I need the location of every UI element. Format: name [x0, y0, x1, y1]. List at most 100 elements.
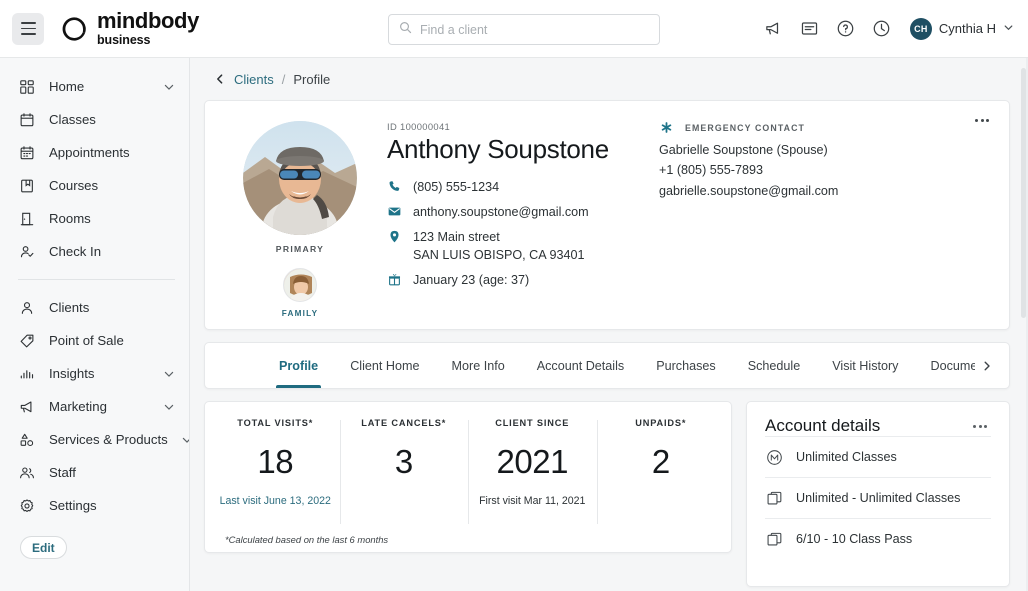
stat-sub-link[interactable]: Last visit June 13, 2022	[220, 495, 331, 507]
emergency-contact-name: Gabrielle Soupstone (Spouse)	[659, 143, 828, 157]
account-details-card: Account details Unlimited Classes Unlimi…	[746, 401, 1010, 587]
bar-chart-icon	[18, 365, 36, 383]
client-birthday: January 23 (age: 37)	[413, 272, 530, 287]
sidebar-item-courses[interactable]: Courses	[0, 169, 189, 202]
sidebar-item-point-of-sale[interactable]: Point of Sale	[0, 324, 189, 357]
search-input[interactable]	[420, 22, 649, 37]
tab-label: Schedule	[747, 358, 801, 373]
chevron-down-icon	[163, 401, 175, 413]
client-photos: PRIMARY FAMILY	[225, 117, 375, 318]
location-pin-icon	[387, 229, 402, 243]
tab-label: Client Home	[350, 358, 420, 373]
hamburger-icon[interactable]	[12, 12, 44, 45]
sidebar-item-insights[interactable]: Insights	[0, 357, 189, 390]
book-icon	[18, 177, 36, 195]
account-details-title: Account details	[765, 416, 881, 435]
help-icon[interactable]	[836, 19, 856, 39]
breadcrumb-separator: /	[281, 71, 286, 87]
tab-profile[interactable]: Profile	[263, 343, 334, 388]
person-icon	[18, 299, 36, 317]
family-member-photo[interactable]	[283, 268, 317, 302]
sidebar-item-check-in[interactable]: Check In	[0, 235, 189, 268]
message-icon[interactable]	[800, 19, 820, 39]
profile-tabs: Profile Client Home More Info Account De…	[204, 342, 1010, 389]
sidebar-item-rooms[interactable]: Rooms	[0, 202, 189, 235]
person-check-icon	[18, 243, 36, 261]
kebab-menu-icon[interactable]	[969, 421, 991, 432]
sidebar-navigation: Home Classes Appointments Courses Rooms …	[0, 58, 190, 591]
emergency-contact-phone: +1 (805) 555-7893	[659, 163, 763, 178]
tab-label: More Info	[451, 358, 505, 373]
list-item[interactable]: Unlimited - Unlimited Classes	[765, 477, 991, 518]
breadcrumb-clients-link[interactable]: Clients	[234, 72, 274, 87]
sidebar-item-settings[interactable]: Settings	[0, 489, 189, 522]
sidebar-item-home[interactable]: Home	[0, 70, 189, 103]
sidebar-edit-area: Edit	[0, 522, 189, 559]
chevron-left-icon[interactable]	[214, 73, 226, 85]
edit-button[interactable]: Edit	[20, 536, 67, 559]
list-item-label: 6/10 - 10 Class Pass	[796, 532, 913, 546]
sidebar-item-label: Home	[49, 79, 85, 94]
stacked-cards-icon	[765, 531, 784, 548]
tab-visit-history[interactable]: Visit History	[816, 343, 914, 388]
tab-label: Profile	[279, 358, 319, 373]
sidebar-item-label: Appointments	[49, 145, 130, 160]
breadcrumb: Clients / Profile	[204, 58, 1010, 100]
client-address-row: 123 Main street SAN LUIS OBISPO, CA 9340…	[387, 229, 655, 265]
client-primary-photo[interactable]	[243, 121, 357, 235]
stat-label: CLIENT SINCE	[495, 418, 570, 428]
sidebar-item-staff[interactable]: Staff	[0, 456, 189, 489]
megaphone-icon[interactable]	[764, 19, 784, 39]
gear-icon	[18, 497, 36, 515]
lower-section: TOTAL VISITS* 18 Last visit June 13, 202…	[204, 401, 1010, 587]
sidebar-item-label: Marketing	[49, 399, 107, 414]
client-id: ID 100000041	[387, 121, 451, 132]
kebab-menu-icon[interactable]	[971, 115, 993, 126]
sidebar-item-label: Insights	[49, 366, 95, 381]
clock-icon[interactable]	[872, 19, 892, 39]
app-body: Home Classes Appointments Courses Rooms …	[0, 0, 1028, 591]
top-navigation-bar: mindbody business Find a client CH Cynth…	[0, 0, 1028, 58]
address-line-1: 123 Main street	[413, 229, 500, 244]
search-icon	[399, 21, 412, 39]
dashboard-icon	[18, 78, 36, 96]
client-birthday-row: January 23 (age: 37)	[387, 272, 655, 290]
stat-value: 3	[394, 443, 413, 480]
sidebar-item-clients[interactable]: Clients	[0, 291, 189, 324]
sidebar-item-marketing[interactable]: Marketing	[0, 390, 189, 423]
list-item[interactable]: 6/10 - 10 Class Pass	[765, 518, 991, 559]
tab-account-details[interactable]: Account Details	[521, 343, 641, 388]
tab-more-info[interactable]: More Info	[436, 343, 521, 388]
calendar-grid-icon	[18, 144, 36, 162]
topbar-actions: CH Cynthia H	[764, 17, 1014, 40]
stats-footnote: *Calculated based on the last 6 months	[225, 534, 389, 545]
list-item[interactable]: Unlimited Classes	[765, 436, 991, 477]
phone-icon	[387, 179, 402, 193]
main-content: Clients / Profile PRIMARY FAMILY ID 1000…	[190, 58, 1028, 591]
tab-client-home[interactable]: Client Home	[334, 343, 435, 388]
client-search	[388, 14, 660, 45]
chevron-down-icon	[1003, 20, 1014, 38]
asterisk-icon	[659, 121, 674, 134]
chevron-down-icon	[163, 368, 175, 380]
client-contact-info: ID 100000041 Anthony Soupstone (805) 555…	[387, 121, 655, 318]
sidebar-item-label: Courses	[49, 178, 99, 193]
emergency-contact-email: gabrielle.soupstone@gmail.com	[659, 183, 839, 198]
client-phone-row: (805) 555-1234	[387, 179, 655, 197]
user-menu[interactable]: CH Cynthia H	[909, 17, 1014, 40]
sidebar-item-classes[interactable]: Classes	[0, 103, 189, 136]
megaphone-icon	[18, 398, 36, 416]
sidebar-divider	[18, 279, 175, 280]
membership-circle-m-icon	[765, 449, 784, 466]
chevron-right-icon[interactable]	[975, 343, 999, 388]
tab-label: Visit History	[832, 358, 899, 373]
sidebar-item-label: Staff	[49, 465, 76, 480]
search-box[interactable]	[388, 14, 660, 45]
sidebar-item-appointments[interactable]: Appointments	[0, 136, 189, 169]
client-stats-card: TOTAL VISITS* 18 Last visit June 13, 202…	[204, 401, 732, 553]
sidebar-item-services-products[interactable]: Services & Products	[0, 423, 189, 456]
tab-schedule[interactable]: Schedule	[732, 343, 817, 388]
stat-unpaids: UNPAIDS* 2	[596, 418, 726, 528]
stat-sub: First visit Mar 11, 2021	[479, 495, 586, 507]
tab-purchases[interactable]: Purchases	[640, 343, 732, 388]
